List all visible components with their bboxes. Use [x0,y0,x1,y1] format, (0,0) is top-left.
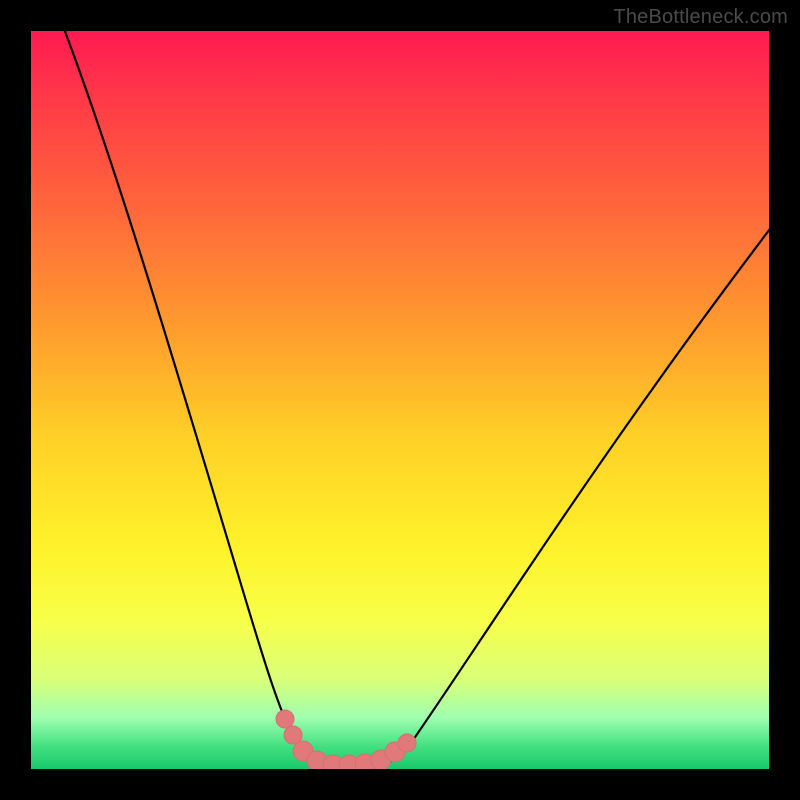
valley-markers [276,710,416,769]
bottleneck-curve [61,31,769,766]
bottleneck-curve-svg [31,31,769,769]
plot-area [31,31,769,769]
chart-frame: TheBottleneck.com [0,0,800,800]
watermark-text: TheBottleneck.com [613,6,788,29]
